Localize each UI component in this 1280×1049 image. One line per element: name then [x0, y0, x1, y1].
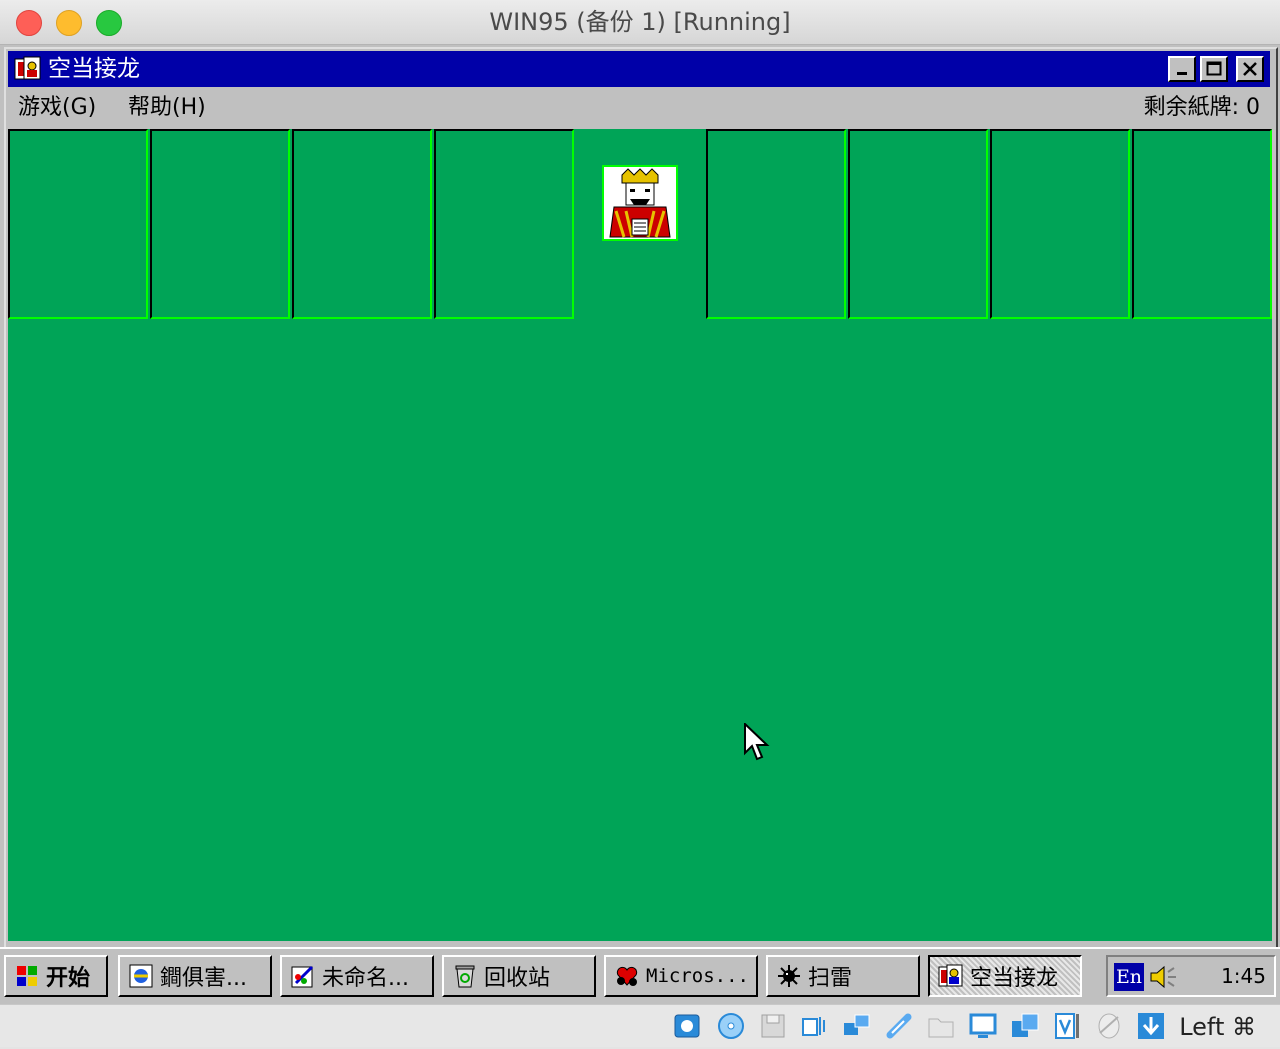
- network-icon[interactable]: [842, 1011, 872, 1041]
- keyboard-capture-icon[interactable]: [1136, 1011, 1166, 1041]
- speaker-icon[interactable]: [1148, 963, 1178, 991]
- start-button[interactable]: 开始: [4, 955, 108, 997]
- free-cell[interactable]: [434, 129, 574, 319]
- taskbar: 开始 鐧俱害... 未命名... 回收站 Micros... 扫雷 空当接龙 E…: [0, 947, 1280, 1005]
- host-window-title: WIN95 (备份 1) [Running]: [489, 8, 791, 36]
- taskbar-item-label: 扫雷: [808, 966, 853, 991]
- floppy-icon[interactable]: [758, 1011, 788, 1041]
- audio-icon[interactable]: [800, 1011, 830, 1041]
- menu-help[interactable]: 帮助(H): [128, 89, 206, 127]
- minimize-icon: [1177, 72, 1187, 75]
- usb-icon[interactable]: [884, 1011, 914, 1041]
- system-tray: En 1:45: [1106, 955, 1276, 997]
- host-key-label: Left ⌘: [1179, 1013, 1256, 1041]
- app-titlebar[interactable]: 空当接龙: [8, 51, 1270, 87]
- maximize-button[interactable]: [1200, 56, 1228, 82]
- cards-remaining-counter: 剩余紙牌: 0: [1143, 95, 1260, 120]
- free-cell[interactable]: [150, 129, 290, 319]
- freecell-icon: [14, 56, 41, 80]
- optical-drive-icon[interactable]: [716, 1011, 746, 1041]
- taskbar-item-label: 空当接龙: [970, 966, 1059, 991]
- taskbar-item-label: Micros...: [646, 965, 749, 987]
- hearts-icon: [616, 966, 638, 986]
- shared-folder-icon[interactable]: [926, 1011, 956, 1041]
- taskbar-item-label: 鐧俱害...: [160, 966, 247, 991]
- taskbar-item-label: 未命名...: [322, 966, 409, 991]
- freecell-window: 空当接龙 游戏(G) 帮助(H) 剩余紙牌: 0: [4, 47, 1278, 949]
- host-titlebar: WIN95 (备份 1) [Running]: [0, 0, 1280, 45]
- clock: 1:45: [1221, 964, 1266, 988]
- taskbar-item-recycle-bin[interactable]: 回收站: [442, 955, 596, 997]
- taskbar-item-label: 回收站: [484, 966, 551, 991]
- mouse-integration-icon[interactable]: [1094, 1011, 1124, 1041]
- recycle-bin-icon: [455, 965, 475, 988]
- mouse-cursor-icon: [744, 723, 770, 761]
- taskbar-item-minesweeper[interactable]: 扫雷: [766, 955, 920, 997]
- capture-icon[interactable]: [1010, 1011, 1040, 1041]
- start-label: 开始: [46, 966, 91, 991]
- ime-indicator[interactable]: En: [1114, 963, 1144, 991]
- app-title: 空当接龙: [48, 56, 140, 82]
- menu-bar: 游戏(G) 帮助(H) 剩余紙牌: 0: [8, 89, 1270, 127]
- home-cell[interactable]: [1132, 129, 1272, 319]
- ie-icon: [129, 964, 153, 988]
- free-cell[interactable]: [292, 129, 432, 319]
- taskbar-item-hearts[interactable]: Micros...: [604, 955, 758, 997]
- close-icon: [1243, 62, 1257, 76]
- taskbar-item-ie[interactable]: 鐧俱害...: [118, 955, 272, 997]
- minimize-button[interactable]: [1168, 56, 1196, 82]
- close-button[interactable]: [1236, 56, 1264, 82]
- vm-status-bar: Left ⌘: [0, 1004, 1280, 1047]
- hard-disk-icon[interactable]: [672, 1011, 702, 1041]
- free-cell[interactable]: [8, 129, 148, 319]
- taskbar-item-paint[interactable]: 未命名...: [280, 955, 434, 997]
- paint-icon: [291, 965, 314, 988]
- guest-screen: 空当接龙 游戏(G) 帮助(H) 剩余紙牌: 0 开始 鐧俱害... 未命名..…: [0, 45, 1280, 1005]
- menu-game[interactable]: 游戏(G): [18, 89, 96, 127]
- game-board[interactable]: [8, 129, 1272, 941]
- virtualization-icon[interactable]: [1052, 1011, 1082, 1041]
- freecell-icon: [938, 964, 963, 987]
- home-cell[interactable]: [990, 129, 1130, 319]
- home-cell[interactable]: [848, 129, 988, 319]
- maximize-icon: [1206, 61, 1222, 76]
- display-icon[interactable]: [968, 1011, 998, 1041]
- home-cell[interactable]: [706, 129, 846, 319]
- taskbar-item-freecell[interactable]: 空当接龙: [928, 955, 1082, 997]
- windows-logo-icon: [17, 966, 37, 986]
- minesweeper-icon: [778, 965, 800, 987]
- king-card-icon: [602, 165, 678, 241]
